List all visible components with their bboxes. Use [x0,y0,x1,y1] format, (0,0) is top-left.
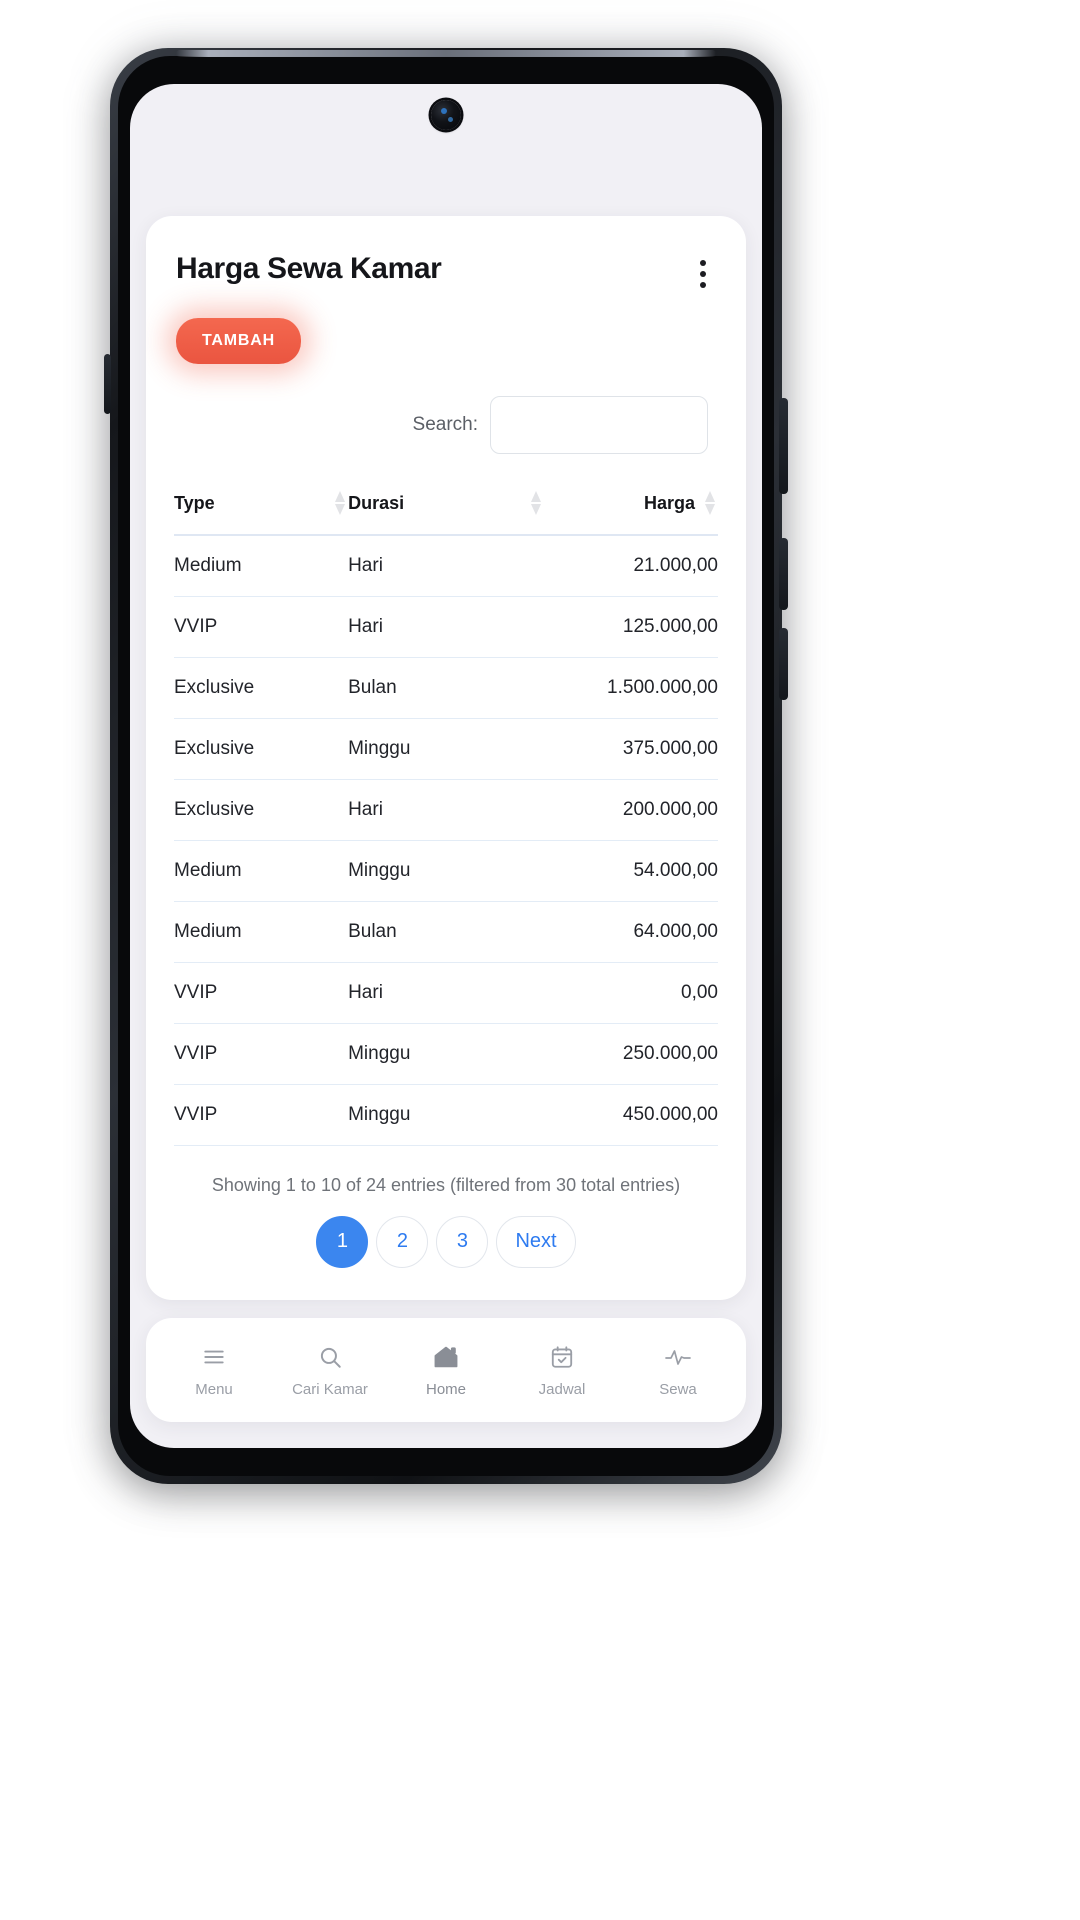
table-cell-type: Exclusive [174,779,349,841]
table-cell-type: Medium [174,535,349,597]
nav-item-sewa[interactable]: Sewa [622,1342,734,1398]
content-card: Harga Sewa Kamar TAMBAH Search: Type Dur… [146,216,746,1300]
table-cell-durasi: Hari [348,779,544,841]
table-cell-type: VVIP [174,1023,349,1085]
nav-label: Menu [195,1381,233,1398]
nav-label: Sewa [659,1381,697,1398]
column-header-durasi[interactable]: Durasi [348,484,544,536]
power-button[interactable] [779,398,788,494]
table-cell-type: Exclusive [174,657,349,719]
search-label: Search: [412,414,478,435]
table-row[interactable]: VVIP Hari 125.000,00 [174,596,718,658]
table-row[interactable]: Exclusive Bulan 1.500.000,00 [174,657,718,719]
table-cell-type: VVIP [174,962,349,1024]
kebab-dot [700,271,706,277]
data-table: Type Durasi Harga Medium Hari 21.000,00 … [174,484,718,1146]
table-cell-harga: 375.000,00 [543,718,718,780]
table-row[interactable]: VVIP Minggu 450.000,00 [174,1084,718,1146]
kebab-menu-icon[interactable] [690,252,716,296]
screenshot-root: Harga Sewa Kamar TAMBAH Search: Type Dur… [0,0,1080,1920]
table-cell-type: Exclusive [174,718,349,780]
table-cell-durasi: Bulan [348,901,544,963]
camera-lens-highlight-b [448,117,453,122]
table-body: Medium Hari 21.000,00 VVIP Hari 125.000,00 Exc… [174,535,718,1146]
nav-label: Jadwal [538,1381,586,1398]
table-cell-durasi: Hari [348,962,544,1024]
pagination-next-button[interactable]: Next [496,1215,576,1268]
volume-up-button[interactable] [779,538,788,610]
table-row[interactable]: VVIP Hari 0,00 [174,962,718,1024]
table-cell-harga: 1.500.000,00 [543,657,718,719]
column-header-type[interactable]: Type [174,484,349,536]
table-cell-durasi: Bulan [348,657,544,719]
table-cell-harga: 250.000,00 [543,1023,718,1085]
nav-label: Cari Kamar [292,1381,368,1398]
table-row[interactable]: Medium Hari 21.000,00 [174,535,718,597]
table-row[interactable]: Exclusive Minggu 375.000,00 [174,718,718,780]
sort-toggle-icon[interactable] [530,490,542,516]
column-header-harga[interactable]: Harga [543,484,718,536]
kebab-dot [700,260,706,266]
calendar-check-icon [549,1342,575,1372]
add-button[interactable]: TAMBAH [176,318,301,364]
table-cell-durasi: Minggu [348,1023,544,1085]
table-row[interactable]: Medium Minggu 54.000,00 [174,840,718,902]
search-input[interactable] [490,396,708,454]
nav-item-cari-kamar[interactable]: Cari Kamar [274,1342,386,1398]
table-cell-durasi: Minggu [348,1084,544,1146]
table-row[interactable]: Medium Bulan 64.000,00 [174,901,718,963]
pagination-page-2[interactable]: 2 [376,1215,429,1268]
phone-top-chamfer [176,50,716,57]
table-cell-harga: 0,00 [543,962,718,1024]
bottom-navigation-bar: Menu Cari Kamar Home Jadwal Sewa [146,1318,746,1422]
table-row[interactable]: VVIP Minggu 250.000,00 [174,1023,718,1085]
phone-screen: Harga Sewa Kamar TAMBAH Search: Type Dur… [130,84,762,1448]
column-header-type-label: Type [174,492,215,513]
front-camera-icon [431,100,461,130]
table-cell-harga: 200.000,00 [543,779,718,841]
table-cell-harga: 125.000,00 [543,596,718,658]
table-head: Type Durasi Harga [174,484,718,536]
search-icon [317,1342,343,1372]
column-header-durasi-label: Durasi [348,492,405,513]
card-header: Harga Sewa Kamar [146,216,746,296]
table-info-text: Showing 1 to 10 of 24 entries (filtered … [211,1175,681,1195]
page-title: Harga Sewa Kamar [176,252,442,285]
nav-item-menu[interactable]: Menu [158,1342,270,1398]
table-cell-harga: 21.000,00 [543,535,718,597]
kebab-dot [700,282,706,288]
table-cell-harga: 450.000,00 [543,1084,718,1146]
activity-pulse-icon [664,1342,692,1372]
nav-item-jadwal[interactable]: Jadwal [506,1342,618,1398]
table-cell-durasi: Hari [348,596,544,658]
search-row: Search: [146,364,746,454]
left-side-button[interactable] [104,354,111,414]
camera-lens-highlight-a [441,108,447,114]
table-cell-type: Medium [174,901,349,963]
sort-toggle-icon[interactable] [335,490,346,516]
table-cell-harga: 54.000,00 [543,840,718,902]
table-cell-type: VVIP [174,596,349,658]
table-cell-durasi: Hari [348,535,544,597]
pagination: 1 2 3 Next [146,1200,746,1268]
nav-item-home[interactable]: Home [390,1342,502,1398]
table-cell-type: Medium [174,840,349,902]
data-table-wrapper: Type Durasi Harga Medium Hari 21.000,00 … [146,454,746,1146]
table-header-row: Type Durasi Harga [174,484,718,536]
home-icon [432,1342,460,1372]
pagination-page-3[interactable]: 3 [436,1215,489,1268]
column-header-harga-label: Harga [643,492,695,513]
table-cell-durasi: Minggu [348,718,544,780]
table-cell-durasi: Minggu [348,840,544,902]
volume-down-button[interactable] [779,628,788,700]
sort-toggle-icon[interactable] [705,490,716,516]
pagination-page-1[interactable]: 1 [316,1215,369,1268]
table-cell-harga: 64.000,00 [543,901,718,963]
table-cell-type: VVIP [174,1084,349,1146]
hamburger-menu-icon [201,1342,227,1372]
nav-label: Home [425,1381,466,1398]
table-row[interactable]: Exclusive Hari 200.000,00 [174,779,718,841]
